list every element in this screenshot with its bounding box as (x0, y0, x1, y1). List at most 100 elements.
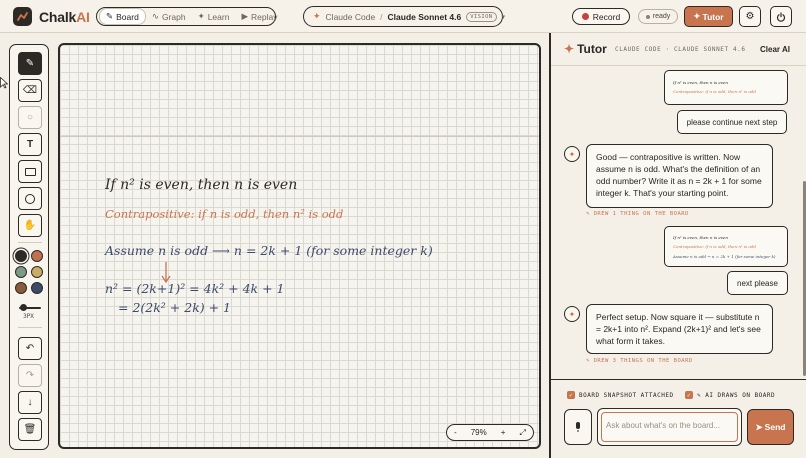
tutor-panel: ✦ Tutor CLAUDE CODE · CLAUDE SONNET 4.6 C… (549, 33, 806, 458)
vision-badge: VISION (466, 11, 497, 22)
tab-replay[interactable]: ▶ Replay (235, 9, 283, 24)
model-name: Claude Sonnet 4.6 (387, 11, 462, 22)
user-message: next please (727, 271, 788, 295)
record-button[interactable]: Record (572, 8, 630, 25)
tab-board[interactable]: ✎ Board (99, 8, 146, 25)
toolbar-divider (18, 327, 42, 328)
download-button[interactable]: ↓ (18, 391, 42, 414)
rectangle-tool-button[interactable] (18, 160, 42, 183)
sparkle-icon: ✦ (197, 11, 205, 21)
microphone-icon (576, 422, 580, 432)
board-snapshot-thumbnail[interactable]: If n² is even, then n is even Contraposi… (664, 70, 788, 105)
user-message: please continue next step (677, 110, 787, 134)
top-bar: ChalkAI ✎ Board ∿ Graph ✦ Learn ▶ Replay ✦ C… (0, 0, 806, 33)
sparkle-icon: ✦ (564, 42, 575, 56)
redo-button[interactable]: ↷ (18, 364, 42, 387)
whiteboard-canvas[interactable]: If n² is even, then n is even Contraposi… (58, 43, 541, 449)
undo-button[interactable]: ↶ (18, 337, 42, 360)
stroke-size-label: 3PX (23, 313, 34, 320)
color-swatch-yellow[interactable] (31, 266, 43, 278)
record-dot-icon (581, 13, 589, 20)
circle-icon (25, 193, 35, 204)
color-swatch-green[interactable] (15, 266, 27, 278)
text-icon: T (26, 139, 34, 150)
microphone-button[interactable] (564, 409, 592, 445)
model-separator: / (380, 11, 383, 22)
brand-name: ChalkAI (39, 9, 90, 25)
drew-on-board-note: ✎ DREW 1 THING ON THE BOARD (586, 211, 689, 217)
pencil-icon: ✎ (106, 11, 114, 21)
eraser-tool-button[interactable]: ⌫ (18, 79, 42, 102)
stroke-size-slider-handle[interactable] (20, 304, 27, 311)
chat-input-wrapper (597, 408, 742, 446)
chalkai-logo-icon (13, 7, 32, 26)
zoom-controls: - 79% + ⤢ (446, 424, 534, 441)
color-swatch-blue[interactable] (31, 282, 43, 294)
model-provider: Claude Code (325, 11, 376, 22)
ai-draws-toggle[interactable]: ✓ ✎ AI DRAWS ON BOARD (685, 391, 775, 399)
tutor-button[interactable]: ✦ Tutor (684, 6, 733, 27)
ai-message: Perfect setup. Now square it — substitut… (586, 304, 773, 354)
wave-icon: ∿ (151, 11, 159, 21)
ai-avatar-icon: ✦ (564, 306, 580, 322)
chat-input[interactable] (606, 421, 731, 430)
board-factored-form: = 2(2k² + 2k) + 1 (118, 300, 232, 315)
send-button[interactable]: ➤ Send (747, 409, 794, 445)
gear-icon: ⚙ (745, 11, 755, 22)
download-icon: ↓ (27, 397, 33, 408)
color-swatch-black[interactable] (15, 250, 27, 262)
undo-icon: ↶ (25, 343, 35, 354)
snapshot-line: Contrapositive: if n is odd, then n² is … (673, 244, 756, 249)
board-snapshot-toggle[interactable]: ✓ BOARD SNAPSHOT ATTACHED (567, 391, 674, 399)
snapshot-line: If n² is even, then n is even (673, 235, 728, 240)
checkbox-checked-icon: ✓ (685, 391, 693, 399)
status-badge: ready (638, 9, 678, 24)
hand-icon: ✋ (23, 220, 37, 231)
chevron-down-icon: ▾ (501, 13, 506, 21)
delete-board-button[interactable]: 🗑 (18, 418, 42, 441)
redo-icon: ↷ (25, 370, 35, 381)
eraser-icon: ⌫ (22, 85, 38, 96)
tutor-panel-subtitle: CLAUDE CODE · CLAUDE SONNET 4.6 (615, 46, 746, 53)
sparkle-icon: ✦ (693, 11, 701, 21)
model-selector[interactable]: ✦ Claude Code / Claude Sonnet 4.6 VISION… (303, 6, 506, 27)
clear-ai-button[interactable]: Clear AI (760, 45, 790, 54)
pen-icon: ✎ (25, 58, 35, 69)
board-snapshot-thumbnail[interactable]: If n² is even, then n is even Contraposi… (664, 226, 788, 267)
drew-on-board-note: ✎ DREW 3 THINGS ON THE BOARD (586, 358, 693, 364)
tab-learn[interactable]: ✦ Learn (192, 9, 236, 24)
settings-button[interactable]: ⚙ (739, 6, 761, 27)
send-arrow-icon: ➤ (755, 421, 763, 432)
checkbox-checked-icon: ✓ (567, 391, 575, 399)
zoom-in-button[interactable]: + (501, 428, 506, 437)
power-button[interactable] (770, 6, 792, 27)
color-swatch-orange[interactable] (31, 250, 43, 262)
tab-graph[interactable]: ∿ Graph (146, 9, 192, 24)
ai-message: Good — contrapositive is written. Now as… (586, 144, 773, 208)
pan-tool-button[interactable]: ✋ (18, 214, 42, 237)
snapshot-line: If n² is even, then n is even (673, 80, 728, 85)
snapshot-line: Assume n is odd → n = 2k + 1 (for some i… (673, 254, 776, 259)
board-assumption: Assume n is odd ⟶ n = 2k + 1 (for some i… (105, 243, 433, 258)
toolbar-divider (18, 242, 42, 243)
circle-tool-button[interactable] (18, 187, 42, 210)
board-square-expansion: n² = (2k+1)² = 4k² + 4k + 1 (105, 281, 285, 296)
tutor-panel-title: ✦ Tutor (564, 42, 607, 56)
color-swatch-brown[interactable] (15, 282, 27, 294)
lasso-icon: ○ (26, 112, 34, 123)
trash-icon: 🗑 (23, 424, 37, 435)
drawing-toolbar: ✎ ⌫ ○ T ✋ 3PX ↶ ↷ ↓ 🗑 (9, 44, 49, 450)
zoom-out-button[interactable]: - (454, 428, 457, 437)
canvas-guide-line (60, 136, 539, 137)
board-statement: If n² is even, then n is even (105, 177, 298, 193)
lasso-tool-button[interactable]: ○ (18, 106, 42, 129)
fit-to-screen-button[interactable]: ⤢ (520, 428, 526, 438)
mouse-cursor-icon (0, 77, 8, 89)
mode-switcher: ✎ Board ∿ Graph ✦ Learn ▶ Replay (96, 7, 277, 26)
rectangle-icon (24, 167, 36, 176)
text-tool-button[interactable]: T (18, 133, 42, 156)
play-icon: ▶ (241, 11, 248, 21)
snapshot-line: Contrapositive: if n is odd, then n² is … (673, 89, 756, 94)
pen-tool-button[interactable]: ✎ (18, 52, 42, 75)
status-dot-icon (645, 14, 650, 19)
